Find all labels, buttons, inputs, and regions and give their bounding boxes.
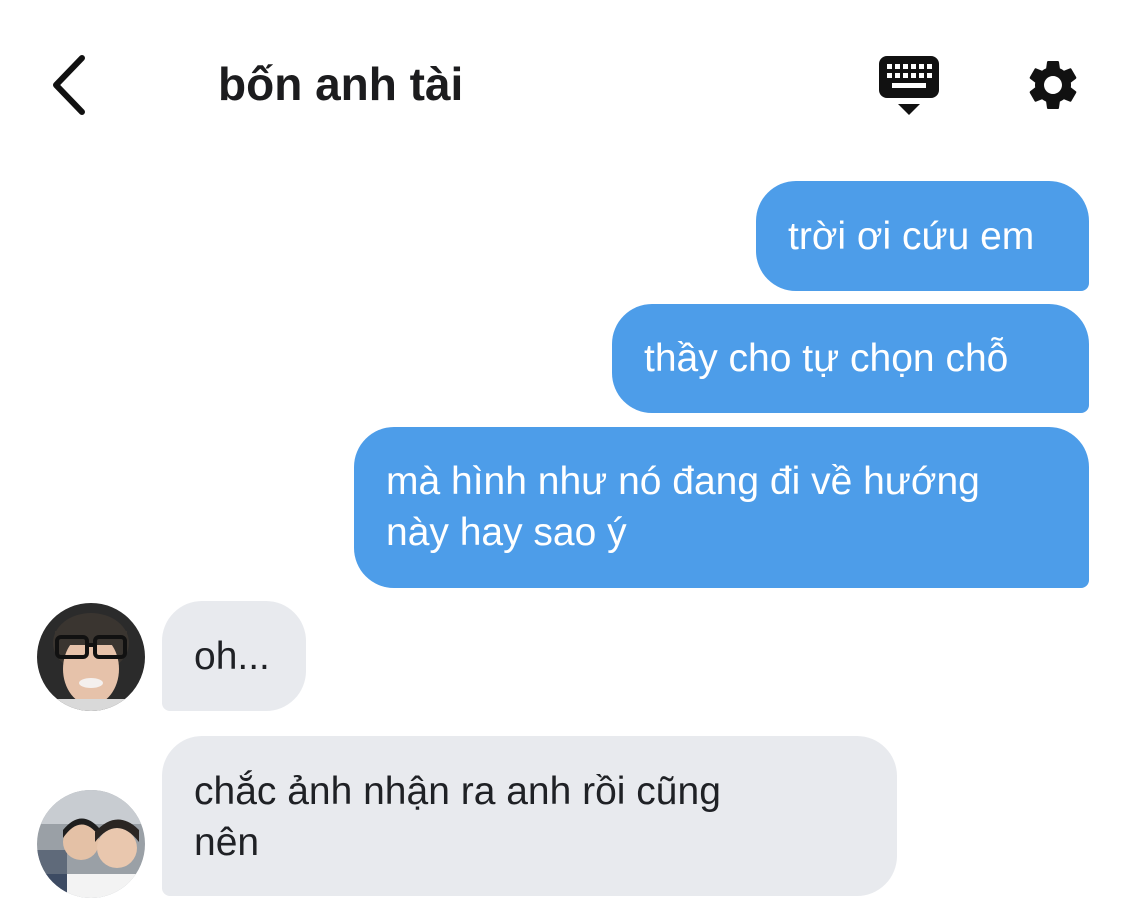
message-text-line: mà hình như nó đang đi về hướng <box>386 460 980 503</box>
avatar[interactable] <box>37 790 145 898</box>
message-bubble-outgoing[interactable]: mà hình như nó đang đi về hướng này hay … <box>354 427 1089 588</box>
conversation-title: bốn anh tài <box>218 58 464 110</box>
message-text: oh... <box>194 635 270 678</box>
keyboard-button[interactable] <box>876 54 942 120</box>
avatar[interactable] <box>37 603 145 711</box>
gear-icon <box>1029 60 1077 109</box>
message-text: trời ơi cứu em <box>788 215 1035 258</box>
chat-screen: bốn anh tài trời ơi cứu em thầy cho tự c… <box>0 0 1125 912</box>
avatar-photo-icon <box>37 603 145 711</box>
message-bubble-incoming[interactable]: chắc ảnh nhận ra anh rồi cũng nên <box>162 736 897 896</box>
message-bubble-outgoing[interactable]: thầy cho tự chọn chỗ <box>612 304 1089 413</box>
message-text-line: chắc ảnh nhận ra anh rồi cũng <box>194 770 721 813</box>
keyboard-icon <box>879 56 939 115</box>
settings-button[interactable] <box>1018 50 1088 120</box>
message-text-line: nên <box>194 821 260 864</box>
message-bubble-incoming[interactable]: oh... <box>162 601 306 711</box>
back-button[interactable] <box>38 50 98 120</box>
chevron-left-icon <box>53 55 85 115</box>
message-bubble-outgoing[interactable]: trời ơi cứu em <box>756 181 1089 291</box>
avatar-photo-icon <box>37 790 145 898</box>
message-text: thầy cho tự chọn chỗ <box>644 337 1009 380</box>
message-text-line: này hay sao ý <box>386 511 627 554</box>
